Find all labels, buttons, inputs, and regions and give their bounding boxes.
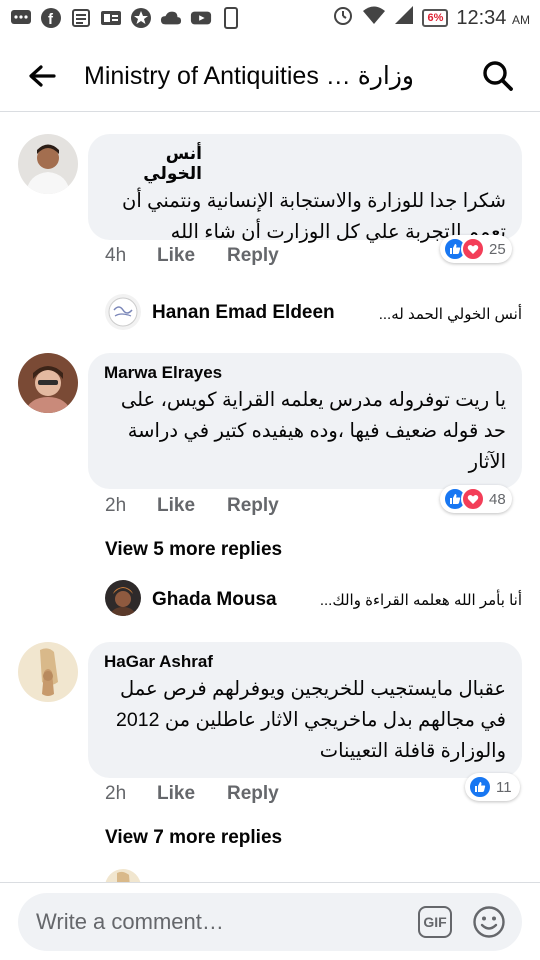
comment-actions: 2h Like Reply — [105, 783, 279, 805]
youtube-icon — [190, 7, 212, 29]
like-button[interactable]: Like — [157, 495, 227, 517]
comment-author[interactable]: أنس الخولي — [104, 144, 506, 184]
star-icon — [130, 7, 152, 29]
comment-bubble[interactable]: Marwa Elrayes يا ريت توفروله مدرس يعلمه … — [88, 353, 522, 489]
avatar[interactable] — [18, 353, 78, 413]
search-icon — [483, 61, 513, 91]
comment-text: يا ريت توفروله مدرس يعلمه القراية كويس، … — [120, 389, 506, 473]
like-button[interactable]: Like — [157, 783, 227, 805]
reaction-count: 25 — [489, 240, 506, 258]
reply-button[interactable]: Reply — [227, 495, 279, 517]
back-arrow-icon — [29, 64, 56, 87]
reaction-summary[interactable]: 48 — [440, 485, 512, 513]
comments-list[interactable]: أنس الخولي شكرا جدا للوزارة والاستجابة ا… — [0, 113, 540, 883]
phone-icon — [220, 7, 242, 29]
love-reaction-icon — [461, 487, 485, 511]
comment-actions: 2h Like Reply — [105, 495, 279, 517]
id-card-icon — [100, 7, 122, 29]
reply-button[interactable]: Reply — [227, 783, 279, 805]
reply-snippet[interactable]: أنس الخولي الحمد له... — [350, 305, 522, 323]
comment-bubble[interactable]: أنس الخولي شكرا جدا للوزارة والاستجابة ا… — [88, 134, 522, 243]
back-button[interactable] — [0, 40, 84, 112]
avatar[interactable] — [18, 134, 78, 194]
comment-author[interactable]: Marwa Elrayes — [104, 363, 506, 383]
reply-avatar[interactable] — [105, 580, 141, 616]
comment-actions: 4h Like Reply — [105, 245, 279, 267]
status-bar: f 6% 12:34 AM — [0, 0, 540, 36]
reaction-summary[interactable]: 25 — [440, 235, 512, 263]
like-reaction-icon — [468, 775, 492, 799]
like-button[interactable]: Like — [157, 245, 227, 267]
signal-icon — [394, 5, 414, 31]
messages-icon — [10, 7, 32, 29]
battery-indicator: 6% — [422, 9, 449, 27]
reply-button[interactable]: Reply — [227, 245, 279, 267]
love-reaction-icon — [461, 237, 485, 261]
clock: 12:34 AM — [456, 6, 530, 29]
avatar[interactable] — [18, 642, 78, 702]
gif-button[interactable]: GIF — [418, 906, 452, 938]
reaction-count: 48 — [489, 490, 506, 508]
reply-author[interactable]: Ghada Mousa — [152, 589, 277, 611]
comment-composer: GIF — [0, 882, 540, 960]
page-title: Ministry of Antiquities … وزارة — [84, 61, 414, 90]
comment-input-container[interactable]: GIF — [18, 893, 522, 951]
comment-author[interactable]: HaGar Ashraf — [104, 652, 506, 672]
reply-avatar[interactable] — [105, 869, 141, 883]
news-icon — [70, 7, 92, 29]
reply-avatar[interactable] — [105, 294, 141, 330]
comment-time: 2h — [105, 495, 127, 516]
emoji-button[interactable] — [472, 905, 506, 939]
smiley-icon — [473, 906, 505, 938]
view-more-replies-button[interactable]: View 7 more replies — [105, 827, 282, 849]
comment-time: 4h — [105, 245, 127, 266]
reaction-summary[interactable]: 11 — [465, 773, 520, 801]
top-bar: Ministry of Antiquities … وزارة — [0, 40, 540, 112]
wifi-icon — [362, 5, 386, 31]
comment-bubble[interactable]: HaGar Ashraf عقبال مايستجيب للخريجين ويو… — [88, 642, 522, 778]
search-button[interactable] — [480, 58, 516, 94]
cloud-icon — [160, 7, 182, 29]
comment-input[interactable] — [36, 909, 396, 935]
comment-time: 2h — [105, 783, 127, 804]
reply-snippet[interactable]: أنا بأمر الله هعلمه القراءة والك... — [294, 591, 522, 609]
facebook-icon: f — [40, 7, 62, 29]
reaction-count: 11 — [496, 778, 512, 796]
comment-text: عقبال مايستجيب للخريجين ويوفرلهم فرص عمل… — [116, 678, 506, 762]
alarm-icon — [332, 4, 354, 32]
view-more-replies-button[interactable]: View 5 more replies — [105, 539, 282, 561]
reply-author[interactable]: Hanan Emad Eldeen — [152, 302, 335, 324]
